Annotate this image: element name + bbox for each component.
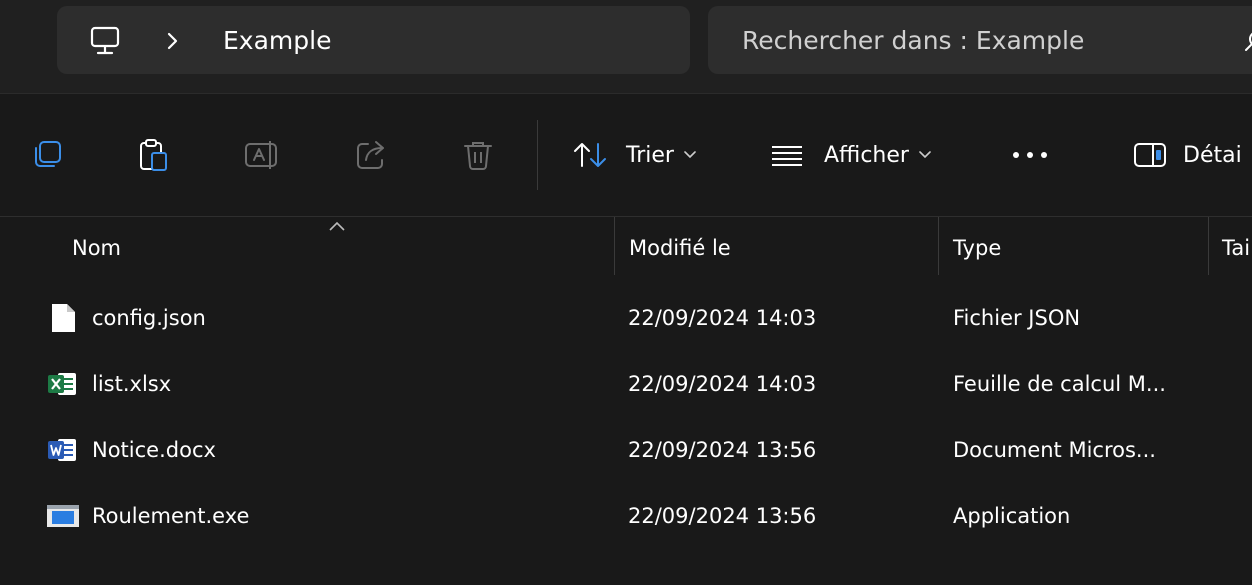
command-bar: Trier Afficher Détai [0, 94, 1252, 217]
column-header-name[interactable]: Nom [72, 234, 121, 262]
monitor-icon[interactable] [89, 26, 123, 56]
column-separator[interactable] [1208, 217, 1209, 275]
sort-icon [574, 143, 606, 167]
share-button[interactable] [354, 137, 388, 173]
view-button[interactable]: Afficher [770, 137, 931, 173]
file-name: Roulement.exe [92, 504, 250, 528]
breadcrumb[interactable]: Example [57, 6, 690, 74]
file-type: Document Micros... [953, 438, 1156, 462]
rename-button[interactable] [244, 137, 282, 173]
column-headers: Nom Modifié le Type Tai [0, 217, 1252, 277]
column-separator[interactable] [938, 217, 939, 275]
rename-icon [245, 141, 277, 169]
copy-button[interactable] [30, 137, 64, 173]
more-icon [1013, 152, 1047, 158]
file-name: list.xlsx [92, 372, 172, 396]
copy-icon [35, 141, 61, 167]
file-modified: 22/09/2024 13:56 [628, 438, 817, 462]
sort-ascending-icon [329, 221, 345, 231]
file-explorer-window: Example Rechercher dans : Example Trier … [0, 0, 1252, 585]
table-row[interactable]: Roulement.exe 22/09/2024 13:56 Applicati… [0, 485, 1252, 547]
file-name: Notice.docx [92, 438, 216, 462]
table-row[interactable]: Notice.docx 22/09/2024 13:56 Document Mi… [0, 419, 1252, 481]
share-icon [357, 141, 384, 169]
file-modified: 22/09/2024 14:03 [628, 306, 817, 330]
file-type: Application [953, 504, 1071, 528]
search-placeholder: Rechercher dans : Example [742, 26, 1085, 55]
command-bar-divider [537, 120, 538, 190]
details-label: Détai [1183, 142, 1242, 168]
list-view-icon [772, 146, 802, 166]
paste-icon [140, 139, 167, 171]
excel-file-icon [48, 373, 76, 395]
column-header-modified[interactable]: Modifié le [629, 234, 731, 262]
file-modified: 22/09/2024 13:56 [628, 504, 817, 528]
file-type: Feuille de calcul M... [953, 372, 1166, 396]
application-icon [47, 505, 79, 527]
sort-label: Trier [626, 142, 674, 168]
details-pane-icon [1134, 143, 1166, 167]
column-separator[interactable] [614, 217, 615, 275]
column-header-size[interactable]: Tai [1222, 234, 1250, 262]
word-file-icon [48, 439, 76, 461]
paste-button[interactable] [136, 137, 172, 173]
file-modified: 22/09/2024 14:03 [628, 372, 817, 396]
search-input[interactable]: Rechercher dans : Example [708, 6, 1252, 74]
delete-button[interactable] [462, 137, 494, 173]
sort-button[interactable]: Trier [572, 137, 696, 173]
table-row[interactable]: config.json 22/09/2024 14:03 Fichier JSO… [0, 287, 1252, 349]
chevron-down-icon [684, 151, 696, 159]
more-options-button[interactable] [1010, 137, 1050, 173]
view-label: Afficher [824, 142, 909, 168]
chevron-right-icon[interactable] [165, 29, 181, 53]
column-header-type[interactable]: Type [953, 234, 1001, 262]
details-pane-button[interactable]: Détai [1133, 137, 1242, 173]
chevron-down-icon [919, 151, 931, 159]
generic-file-icon [52, 304, 75, 332]
address-row: Example Rechercher dans : Example [0, 0, 1252, 94]
table-row[interactable]: list.xlsx 22/09/2024 14:03 Feuille de ca… [0, 353, 1252, 415]
file-list: config.json 22/09/2024 14:03 Fichier JSO… [0, 287, 1252, 567]
file-type: Fichier JSON [953, 306, 1081, 330]
file-name: config.json [92, 306, 206, 330]
breadcrumb-current-folder[interactable]: Example [223, 24, 331, 58]
search-icon[interactable] [1244, 30, 1252, 52]
trash-icon [464, 142, 492, 170]
